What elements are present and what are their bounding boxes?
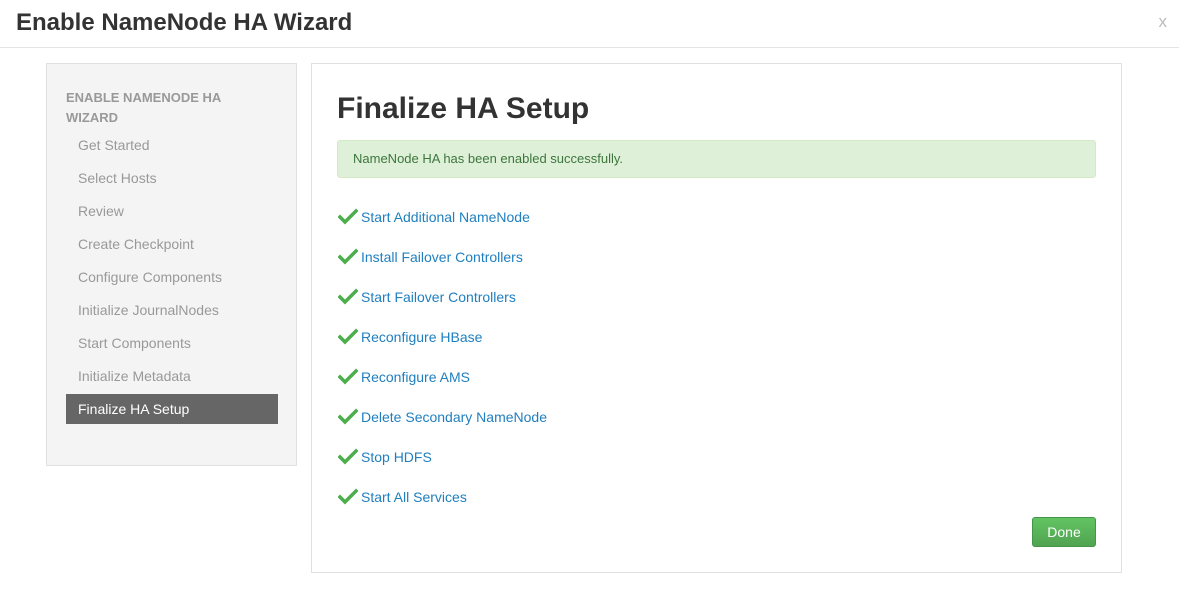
- nav-item-initialize-journalnodes[interactable]: Initialize JournalNodes: [66, 295, 278, 325]
- nav-item-start-components[interactable]: Start Components: [66, 328, 278, 358]
- task-link[interactable]: Reconfigure HBase: [361, 324, 482, 350]
- modal-header: Enable NameNode HA Wizard x: [0, 0, 1179, 48]
- success-alert: NameNode HA has been enabled successfull…: [337, 140, 1096, 178]
- task-link[interactable]: Install Failover Controllers: [361, 244, 523, 270]
- check-icon: [338, 368, 358, 385]
- nav-item-select-hosts[interactable]: Select Hosts: [66, 163, 278, 193]
- task-item: Start Additional NameNode: [338, 204, 547, 244]
- task-item: Delete Secondary NameNode: [338, 404, 547, 444]
- done-button[interactable]: Done: [1032, 517, 1096, 547]
- wizard-nav-list: Get Started Select Hosts Review Create C…: [66, 130, 278, 427]
- check-icon: [338, 208, 358, 225]
- task-link[interactable]: Start Additional NameNode: [361, 204, 530, 230]
- nav-item-create-checkpoint[interactable]: Create Checkpoint: [66, 229, 278, 259]
- modal-title: Enable NameNode HA Wizard: [16, 9, 353, 36]
- wizard-nav-header: ENABLE NAMENODE HA WIZARD: [66, 90, 221, 125]
- check-icon: [338, 288, 358, 305]
- check-icon: [338, 488, 358, 505]
- nav-item-get-started[interactable]: Get Started: [66, 130, 278, 160]
- check-icon: [338, 248, 358, 265]
- task-item: Start All Services: [338, 484, 547, 524]
- task-item: Reconfigure HBase: [338, 324, 547, 364]
- task-link[interactable]: Start All Services: [361, 484, 467, 510]
- content-panel: Finalize HA Setup NameNode HA has been e…: [311, 63, 1122, 573]
- task-link[interactable]: Stop HDFS: [361, 444, 432, 470]
- task-link[interactable]: Start Failover Controllers: [361, 284, 516, 310]
- step-title: Finalize HA Setup: [337, 92, 590, 125]
- task-item: Install Failover Controllers: [338, 244, 547, 284]
- task-item: Start Failover Controllers: [338, 284, 547, 324]
- check-icon: [338, 328, 358, 345]
- check-icon: [338, 408, 358, 425]
- task-list: Start Additional NameNode Install Failov…: [338, 204, 547, 524]
- task-link[interactable]: Reconfigure AMS: [361, 364, 470, 390]
- task-item: Reconfigure AMS: [338, 364, 547, 404]
- close-button[interactable]: x: [1159, 12, 1168, 32]
- nav-item-initialize-metadata[interactable]: Initialize Metadata: [66, 361, 278, 391]
- wizard-nav: ENABLE NAMENODE HA WIZARD Get Started Se…: [46, 63, 297, 466]
- nav-item-review[interactable]: Review: [66, 196, 278, 226]
- nav-item-configure-components[interactable]: Configure Components: [66, 262, 278, 292]
- check-icon: [338, 448, 358, 465]
- task-link[interactable]: Delete Secondary NameNode: [361, 404, 547, 430]
- task-item: Stop HDFS: [338, 444, 547, 484]
- nav-item-finalize-ha-setup[interactable]: Finalize HA Setup: [66, 394, 278, 424]
